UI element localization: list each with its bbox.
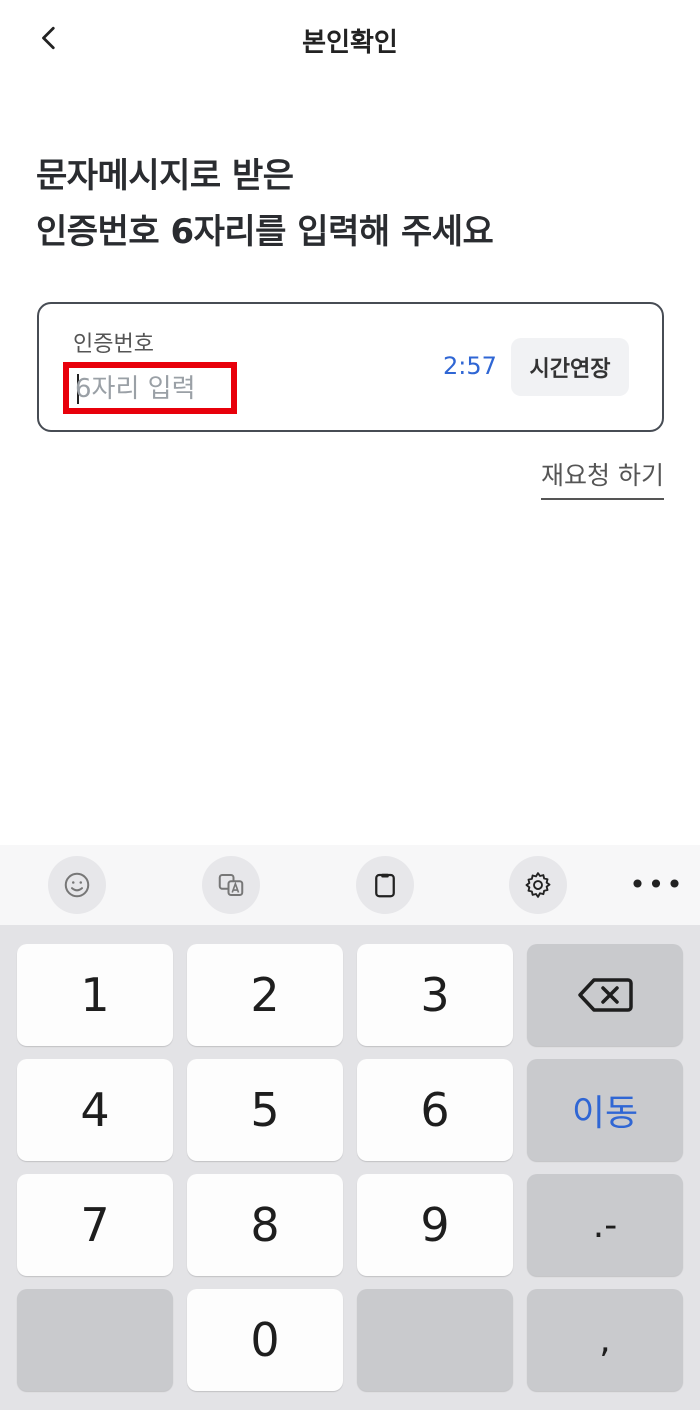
empty-key-left — [17, 1289, 173, 1391]
empty-key-right — [357, 1289, 513, 1391]
instruction-heading: 문자메시지로 받은 인증번호 6자리를 입력해 주세요 — [36, 148, 676, 260]
comma-key[interactable]: , — [527, 1289, 683, 1391]
key-9[interactable]: 9 — [357, 1174, 513, 1276]
countdown-timer: 2:57 — [443, 352, 497, 380]
backspace-key[interactable] — [527, 944, 683, 1046]
key-1[interactable]: 1 — [17, 944, 173, 1046]
key-6[interactable]: 6 — [357, 1059, 513, 1161]
identity-verification-screen: 본인확인 문자메시지로 받은 인증번호 6자리를 입력해 주세요 인증번호 2:… — [0, 0, 700, 1410]
move-key[interactable]: 이동 — [527, 1059, 683, 1161]
resend-code-link[interactable]: 재요청 하기 — [541, 456, 664, 500]
heading-line-1: 문자메시지로 받은 — [36, 156, 294, 196]
translate-icon — [218, 874, 244, 896]
page-title: 본인확인 — [302, 28, 398, 58]
key-2[interactable]: 2 — [187, 944, 343, 1046]
settings-icon — [525, 872, 551, 898]
more-options-button[interactable]: ••• — [629, 867, 683, 901]
heading-line-2: 인증번호 6자리를 입력해 주세요 — [36, 212, 494, 252]
header: 본인확인 — [0, 0, 700, 78]
translate-button[interactable] — [202, 856, 260, 914]
backspace-icon — [578, 978, 633, 1012]
settings-button[interactable] — [509, 856, 567, 914]
more-icon: ••• — [629, 867, 685, 901]
extend-time-button[interactable]: 시간연장 — [511, 338, 629, 396]
verification-code-box: 인증번호 2:57 시간연장 — [37, 302, 664, 432]
emoji-icon — [64, 872, 90, 898]
verification-code-input[interactable] — [75, 372, 225, 406]
numeric-keyboard: 1 2 3 4 5 6 이동 7 8 9 .- 0 , — [0, 925, 700, 1410]
code-field-label: 인증번호 — [73, 332, 154, 357]
code-input-highlight — [63, 362, 237, 414]
key-0[interactable]: 0 — [187, 1289, 343, 1391]
dot-dash-key[interactable]: .- — [527, 1174, 683, 1276]
clipboard-icon — [375, 873, 395, 898]
key-5[interactable]: 5 — [187, 1059, 343, 1161]
key-8[interactable]: 8 — [187, 1174, 343, 1276]
clipboard-button[interactable] — [356, 856, 414, 914]
key-3[interactable]: 3 — [357, 944, 513, 1046]
key-4[interactable]: 4 — [17, 1059, 173, 1161]
emoji-button[interactable] — [48, 856, 106, 914]
key-7[interactable]: 7 — [17, 1174, 173, 1276]
keyboard-toolbar: ••• — [0, 845, 700, 925]
